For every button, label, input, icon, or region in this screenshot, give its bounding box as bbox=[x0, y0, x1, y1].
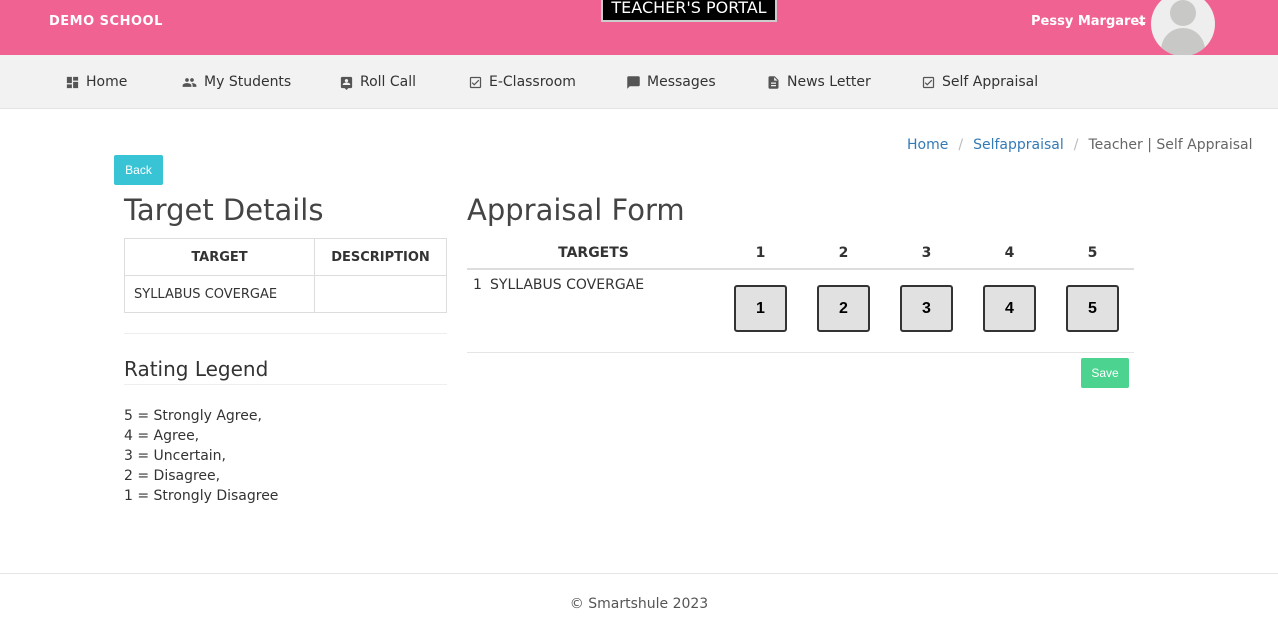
portal-title: TEACHER'S PORTAL bbox=[601, 0, 777, 22]
column-header: DESCRIPTION bbox=[314, 238, 447, 276]
divider bbox=[124, 384, 447, 385]
nav-item-news-letter[interactable]: News Letter bbox=[766, 55, 871, 109]
legend-item: 4 = Agree, bbox=[124, 428, 200, 444]
legend-item: 1 = Strongly Disagree bbox=[124, 488, 279, 504]
rating-button-2[interactable]: 2 bbox=[817, 285, 870, 332]
people-icon bbox=[182, 77, 197, 87]
header-divider bbox=[467, 268, 1134, 270]
contact-icon bbox=[340, 76, 353, 90]
rating-legend-list: 5 = Strongly Agree, 4 = Agree, 3 = Uncer… bbox=[124, 406, 278, 506]
document-icon bbox=[768, 75, 779, 89]
table-header-row: TARGET DESCRIPTION bbox=[124, 238, 447, 276]
legend-item: 3 = Uncertain, bbox=[124, 448, 227, 464]
nav-item-roll-call[interactable]: Roll Call bbox=[339, 55, 416, 109]
nav-item-e-classroom[interactable]: E-Classroom bbox=[468, 55, 576, 109]
target-details-table: TARGET DESCRIPTION SYLLABUS COVERGAE bbox=[124, 238, 447, 313]
row-number: 1 bbox=[473, 277, 482, 293]
save-button[interactable]: Save bbox=[1081, 358, 1129, 388]
description-cell bbox=[314, 275, 447, 313]
checkbox-icon bbox=[922, 76, 935, 88]
school-name[interactable]: DEMO SCHOOL bbox=[49, 14, 163, 29]
breadcrumb-selfappraisal-link[interactable]: Selfappraisal bbox=[973, 137, 1064, 153]
top-bar: DEMO SCHOOL TEACHER'S PORTAL Pessy Marga… bbox=[0, 0, 1278, 56]
nav-item-home[interactable]: Home bbox=[65, 55, 127, 109]
column-header-targets: TARGETS bbox=[558, 245, 629, 261]
user-menu[interactable]: Pessy Margaret bbox=[1031, 14, 1145, 29]
nav-label: Self Appraisal bbox=[942, 74, 1039, 90]
breadcrumb-home-link[interactable]: Home bbox=[907, 137, 948, 153]
nav-label: Home bbox=[86, 74, 128, 90]
nav-label: My Students bbox=[204, 74, 292, 90]
column-header: TARGET bbox=[124, 238, 315, 276]
column-header-rating-2: 2 bbox=[838, 245, 849, 261]
breadcrumb-separator: / bbox=[1073, 137, 1079, 153]
nav-label: E-Classroom bbox=[489, 74, 576, 90]
footer-divider bbox=[0, 573, 1278, 574]
footer-copyright: © Smartshule 2023 bbox=[569, 596, 709, 612]
caret-down-icon[interactable] bbox=[1138, 22, 1146, 26]
breadcrumb-separator: / bbox=[958, 137, 964, 153]
breadcrumb: Home / Selfappraisal / Teacher | Self Apprai… bbox=[907, 137, 1252, 153]
chat-icon bbox=[627, 75, 640, 89]
column-header-rating-5: 5 bbox=[1087, 245, 1098, 261]
column-header-rating-4: 4 bbox=[1004, 245, 1015, 261]
dashboard-icon bbox=[66, 76, 79, 88]
divider bbox=[124, 333, 447, 334]
nav-item-self-appraisal[interactable]: Self Appraisal bbox=[921, 55, 1038, 109]
rating-button-4[interactable]: 4 bbox=[983, 285, 1036, 332]
checkbox-icon bbox=[469, 76, 482, 88]
column-header-rating-1: 1 bbox=[755, 245, 766, 261]
avatar[interactable] bbox=[1151, 0, 1215, 56]
row-divider bbox=[467, 352, 1134, 353]
main-nav: Home My Students Roll Call E-Classroom M… bbox=[0, 55, 1278, 109]
nav-item-my-students[interactable]: My Students bbox=[181, 55, 291, 109]
legend-item: 2 = Disagree, bbox=[124, 468, 221, 484]
appraisal-form-title: Appraisal Form bbox=[467, 193, 685, 227]
nav-label: Messages bbox=[647, 74, 716, 90]
breadcrumb-current: Teacher | Self Appraisal bbox=[1088, 137, 1253, 153]
rating-legend-title: Rating Legend bbox=[124, 357, 269, 381]
back-button[interactable]: Back bbox=[114, 155, 163, 185]
legend-item: 5 = Strongly Agree, bbox=[124, 408, 262, 424]
row-target-name: SYLLABUS COVERGAE bbox=[490, 277, 645, 293]
nav-label: News Letter bbox=[787, 74, 871, 90]
rating-button-3[interactable]: 3 bbox=[900, 285, 953, 332]
nav-item-messages[interactable]: Messages bbox=[626, 55, 716, 109]
target-details-title: Target Details bbox=[124, 193, 324, 227]
column-header-rating-3: 3 bbox=[921, 245, 932, 261]
nav-label: Roll Call bbox=[360, 74, 417, 90]
rating-button-5[interactable]: 5 bbox=[1066, 285, 1119, 332]
rating-button-1[interactable]: 1 bbox=[734, 285, 787, 332]
target-cell: SYLLABUS COVERGAE bbox=[124, 275, 315, 313]
table-row: SYLLABUS COVERGAE bbox=[124, 275, 447, 313]
